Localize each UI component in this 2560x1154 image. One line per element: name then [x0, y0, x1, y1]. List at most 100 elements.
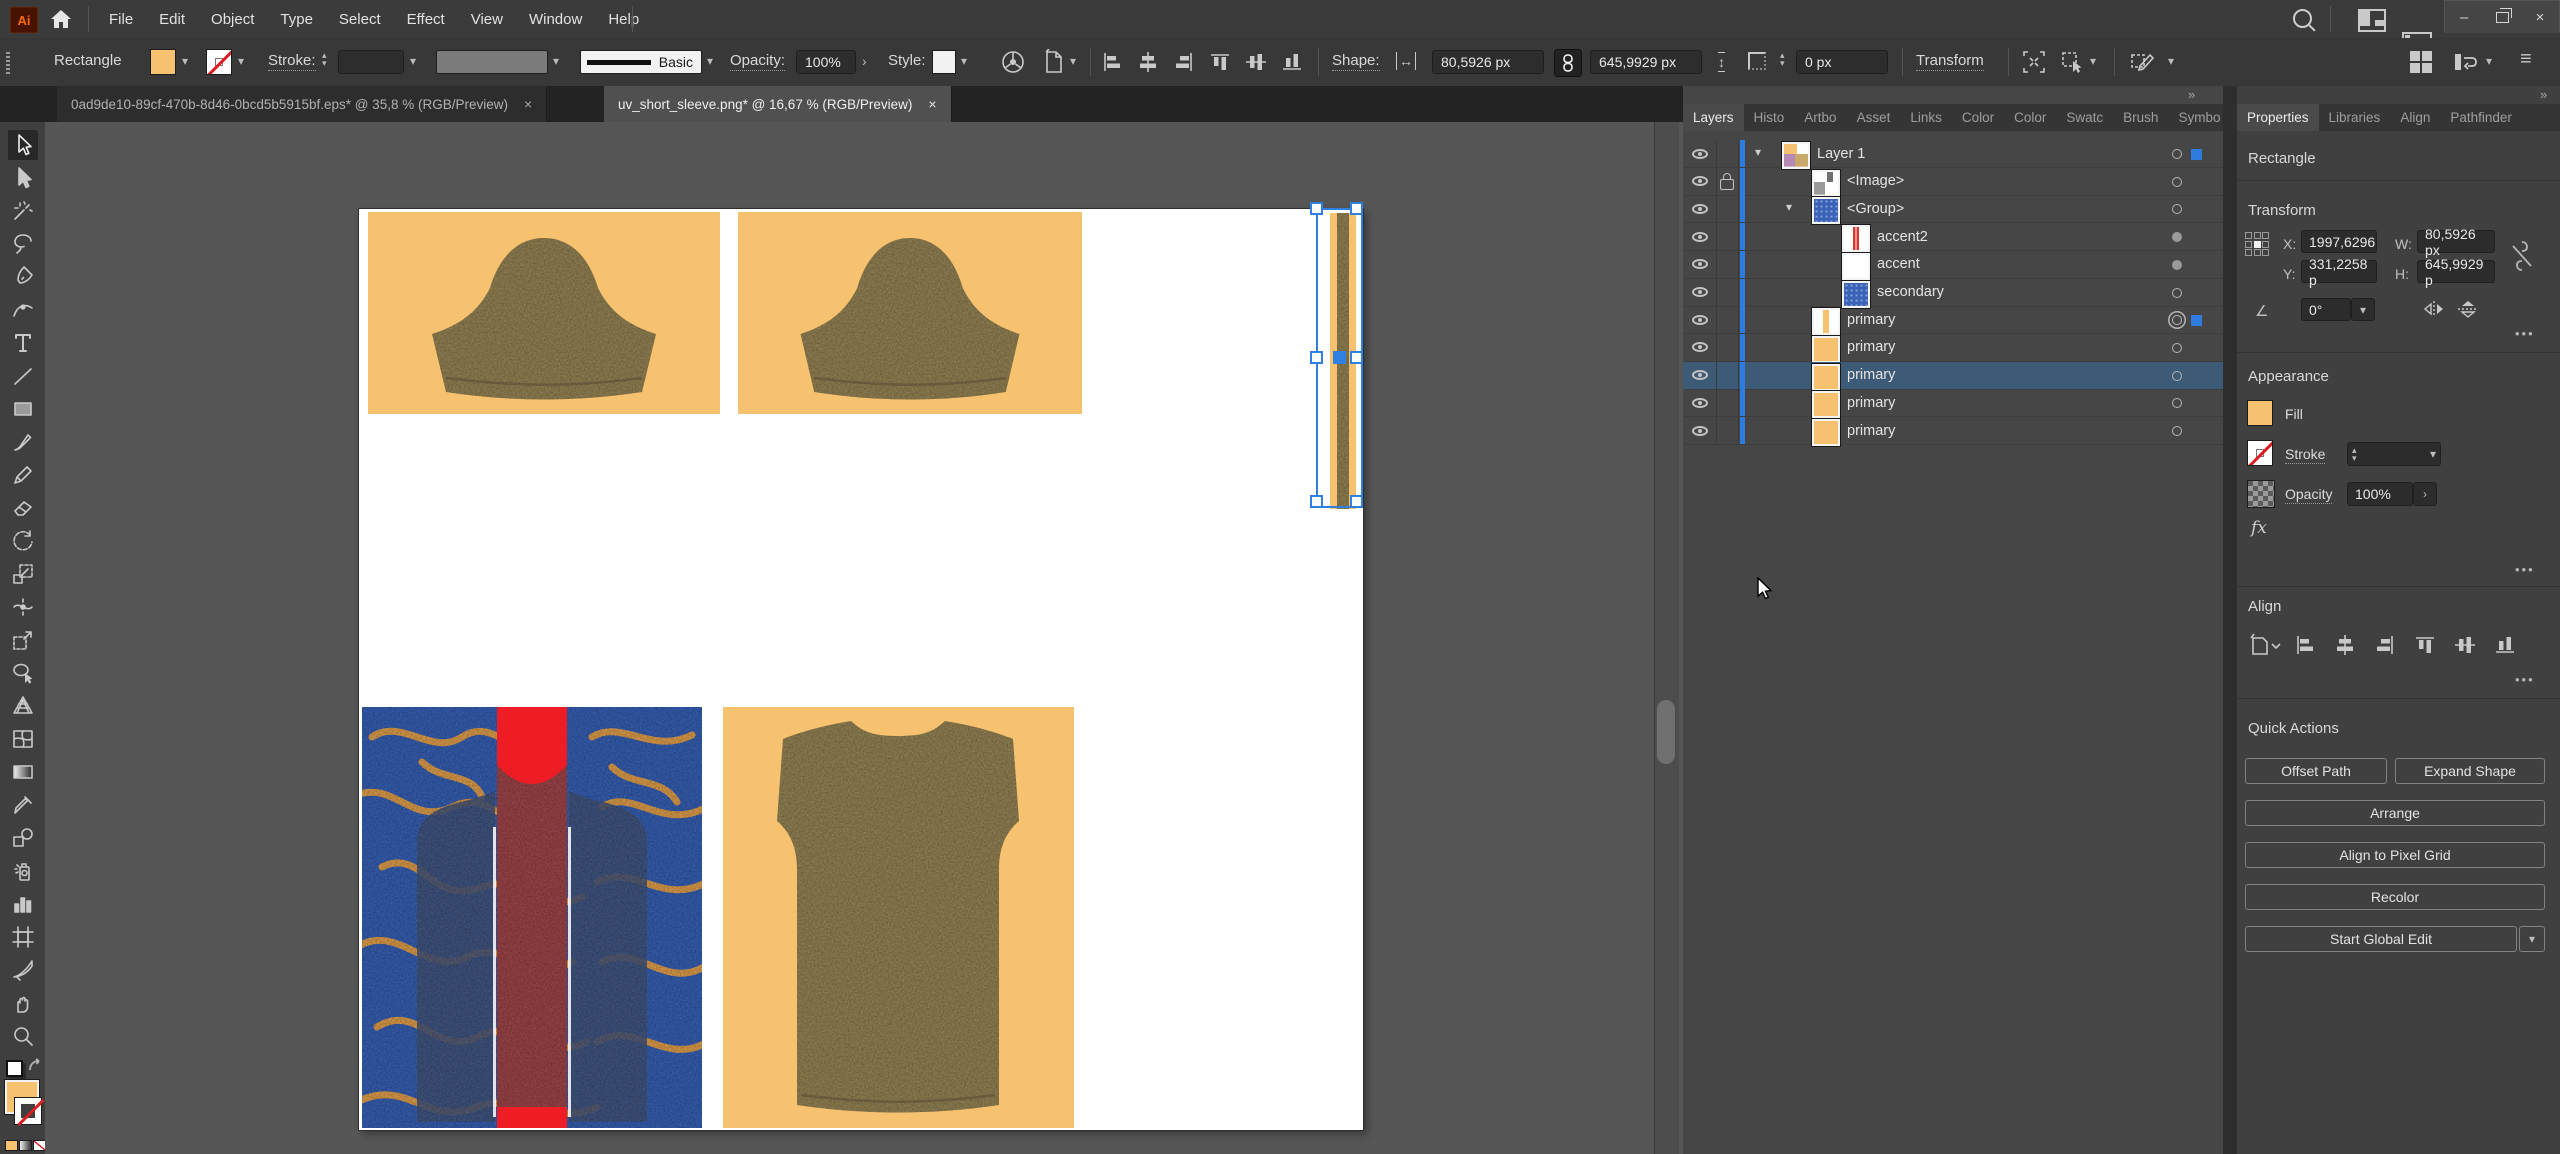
- offset-path-button[interactable]: Offset Path: [2245, 758, 2387, 784]
- brush-definition-dropdown[interactable]: Basic: [580, 50, 702, 74]
- target-circle[interactable]: [2172, 315, 2182, 325]
- gradient-tool[interactable]: [8, 757, 38, 787]
- menu-effect[interactable]: Effect: [394, 0, 458, 38]
- layer-label[interactable]: <Group>: [1847, 201, 1904, 217]
- artboard-tool[interactable]: [8, 922, 38, 952]
- visibility-toggle[interactable]: [1683, 417, 1717, 444]
- menu-select[interactable]: Select: [326, 0, 394, 38]
- tab-assets[interactable]: Asset: [1847, 104, 1901, 131]
- lock-toggle[interactable]: [1716, 223, 1739, 250]
- eraser-tool[interactable]: [8, 493, 38, 523]
- layer-row[interactable]: accent2: [1683, 223, 2223, 251]
- perspective-grid-tool[interactable]: [8, 691, 38, 721]
- flip-vertical-icon[interactable]: [2457, 300, 2479, 322]
- h-field[interactable]: 645,9929 p: [2417, 260, 2495, 283]
- share-document-icon[interactable]: [2452, 50, 2480, 78]
- layer-label[interactable]: accent: [1877, 256, 1920, 272]
- link-dimensions-icon[interactable]: [1554, 49, 1582, 77]
- visibility-toggle[interactable]: [1683, 306, 1717, 333]
- x-field[interactable]: 1997,6296: [2301, 230, 2377, 253]
- arrange-documents-grid-icon[interactable]: [2410, 51, 2432, 73]
- expand-chevron-icon[interactable]: ▾: [1755, 145, 1761, 159]
- rotation-field[interactable]: 0°: [2301, 298, 2351, 321]
- direct-selection-tool[interactable]: [8, 163, 38, 193]
- fill-swatch[interactable]: [2247, 400, 2273, 426]
- recolor-artwork-icon[interactable]: [1000, 49, 1026, 79]
- recolor-button[interactable]: Recolor: [2245, 884, 2545, 910]
- slice-tool[interactable]: [8, 955, 38, 985]
- panel-grip[interactable]: [6, 52, 10, 74]
- eyedropper-tool[interactable]: [8, 790, 38, 820]
- lasso-tool[interactable]: [8, 229, 38, 259]
- layer-thumbnail[interactable]: [1812, 308, 1840, 335]
- chevron-down-icon[interactable]: ▾: [2090, 54, 2096, 68]
- tab-links[interactable]: Links: [1900, 104, 1952, 131]
- menu-view[interactable]: View: [458, 0, 516, 38]
- pen-tool[interactable]: [8, 262, 38, 292]
- scrollbar-thumb[interactable]: [1657, 700, 1675, 764]
- opacity-label[interactable]: Opacity:: [730, 52, 785, 71]
- swap-fill-stroke-icon[interactable]: [27, 1058, 43, 1078]
- close-tab-icon[interactable]: ×: [928, 96, 936, 112]
- panel-menu-icon[interactable]: ≡: [2520, 48, 2532, 71]
- align-bottom-icon[interactable]: [2493, 634, 2517, 656]
- more-options-icon[interactable]: •••: [2515, 326, 2535, 341]
- stroke-color-swatch[interactable]: [206, 49, 232, 75]
- search-icon[interactable]: [2293, 9, 2312, 28]
- tab-brushes[interactable]: Brush: [2113, 104, 2168, 131]
- layer-thumbnail[interactable]: [1782, 142, 1810, 169]
- layer-label[interactable]: primary: [1847, 367, 1895, 383]
- w-field[interactable]: 80,5926 px: [2417, 230, 2495, 253]
- fx-button[interactable]: fx: [2251, 518, 2267, 538]
- color-mode-button[interactable]: [5, 1140, 18, 1151]
- layer-row[interactable]: <Image>: [1683, 168, 2223, 196]
- lock-toggle[interactable]: [1716, 389, 1739, 416]
- paintbrush-tool[interactable]: [8, 427, 38, 457]
- selection-handle-bottom-left[interactable]: [1310, 495, 1323, 508]
- column-graph-tool[interactable]: [8, 889, 38, 919]
- layer-label[interactable]: primary: [1847, 423, 1895, 439]
- pattern-piece-body[interactable]: [723, 707, 1074, 1128]
- visibility-toggle[interactable]: [1683, 223, 1717, 250]
- start-global-edit-button[interactable]: Start Global Edit: [2245, 926, 2517, 952]
- artboard[interactable]: [359, 209, 1363, 1130]
- free-transform-tool[interactable]: [8, 625, 38, 655]
- lock-toggle[interactable]: [1716, 168, 1739, 195]
- visibility-toggle[interactable]: [1683, 140, 1717, 167]
- collapse-panels-icon[interactable]: »: [2188, 87, 2195, 102]
- chevron-down-icon[interactable]: ▾: [707, 54, 713, 68]
- tab-properties[interactable]: Properties: [2237, 104, 2319, 131]
- align-bottom-icon[interactable]: [1280, 51, 1304, 73]
- lock-toggle[interactable]: [1716, 417, 1739, 444]
- default-fill-stroke-icon[interactable]: [6, 1060, 23, 1077]
- layer-row[interactable]: ▾ <Group>: [1683, 195, 2223, 223]
- layer-row-selected[interactable]: primary: [1683, 362, 2223, 390]
- visibility-toggle[interactable]: [1683, 362, 1717, 389]
- panel-gutter[interactable]: [2223, 86, 2237, 1154]
- stroke-link[interactable]: Stroke: [2285, 446, 2325, 464]
- canvas-pasteboard[interactable]: [45, 122, 1683, 1154]
- opacity-chevron[interactable]: ›: [2413, 482, 2437, 506]
- chevron-down-icon[interactable]: ▾: [410, 54, 416, 68]
- reference-point-selector[interactable]: [2245, 232, 2271, 258]
- tab-color[interactable]: Color: [1952, 104, 2004, 131]
- layer-thumbnail[interactable]: [1812, 336, 1840, 363]
- layer-row[interactable]: primary: [1683, 334, 2223, 362]
- selection-handle-mid-right[interactable]: [1350, 351, 1363, 364]
- stroke-weight-combo[interactable]: ▴▾ ▾: [2347, 442, 2441, 466]
- selection-handle-top-right[interactable]: [1350, 202, 1363, 215]
- corner-radius-stepper[interactable]: ▴▾: [1780, 51, 1785, 67]
- collapse-panels-icon[interactable]: »: [2540, 87, 2547, 102]
- graphic-style-swatch[interactable]: [932, 50, 956, 74]
- layer-thumbnail[interactable]: [1812, 391, 1840, 418]
- curvature-tool[interactable]: [8, 295, 38, 325]
- app-logo[interactable]: Ai: [10, 7, 38, 33]
- target-circle[interactable]: [2172, 149, 2182, 159]
- selection-tool[interactable]: [8, 130, 38, 160]
- tab-pathfinder[interactable]: Pathfinder: [2440, 104, 2522, 131]
- home-icon[interactable]: [50, 8, 74, 30]
- lock-toggle[interactable]: [1716, 195, 1739, 222]
- layer-row[interactable]: accent: [1683, 251, 2223, 279]
- layer-thumbnail[interactable]: [1812, 364, 1840, 391]
- target-circle[interactable]: [2172, 232, 2182, 242]
